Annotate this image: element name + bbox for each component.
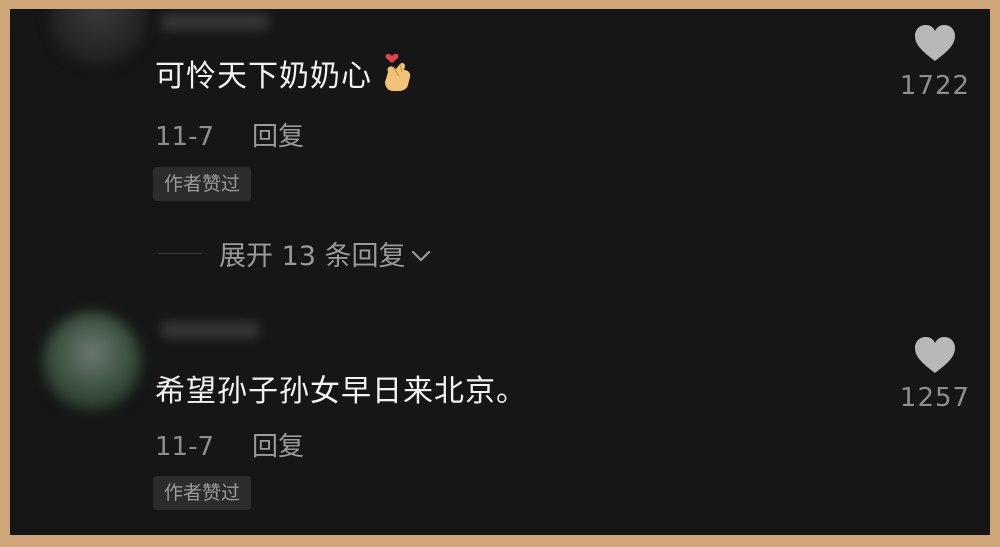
finger-heart-icon — [385, 53, 411, 91]
comment-date: 11-7 — [155, 432, 215, 462]
reply-button[interactable]: 回复 — [252, 426, 304, 463]
comment-text: 希望孙子孙女早日来北京。 — [155, 374, 527, 409]
reply-button[interactable]: 回复 — [252, 116, 304, 153]
heart-icon[interactable] — [913, 23, 957, 63]
expand-replies-label: 展开 13 条回复 — [219, 241, 406, 272]
like-control: 1257 — [880, 335, 990, 413]
like-count: 1722 — [899, 71, 971, 101]
screenshot-frame: 可怜天下奶奶心 11-7 回复 作者赞过 展开 13 条回复 1722 希望孙子… — [0, 0, 1000, 547]
heart-icon[interactable] — [913, 335, 957, 375]
expand-replies-button[interactable]: 展开 13 条回复 — [219, 234, 432, 273]
username-blurred[interactable] — [160, 321, 260, 339]
comment-text-content: 可怜天下奶奶心 — [155, 59, 372, 94]
author-liked-badge: 作者赞过 — [153, 476, 252, 510]
avatar[interactable] — [43, 312, 141, 410]
comment-meta: 11-7 回复 — [155, 116, 304, 153]
comment-date: 11-7 — [155, 122, 215, 152]
author-liked-badge: 作者赞过 — [153, 167, 252, 201]
username-blurred[interactable] — [160, 13, 270, 31]
expand-divider — [158, 253, 202, 254]
comment-list: 可怜天下奶奶心 11-7 回复 作者赞过 展开 13 条回复 1722 希望孙子… — [10, 9, 990, 535]
like-control: 1722 — [880, 23, 990, 101]
like-count: 1257 — [899, 383, 971, 413]
avatar[interactable] — [50, 9, 146, 65]
comment-meta: 11-7 回复 — [155, 426, 304, 463]
chevron-down-icon — [411, 250, 430, 262]
comment-text: 可怜天下奶奶心 — [155, 51, 414, 95]
